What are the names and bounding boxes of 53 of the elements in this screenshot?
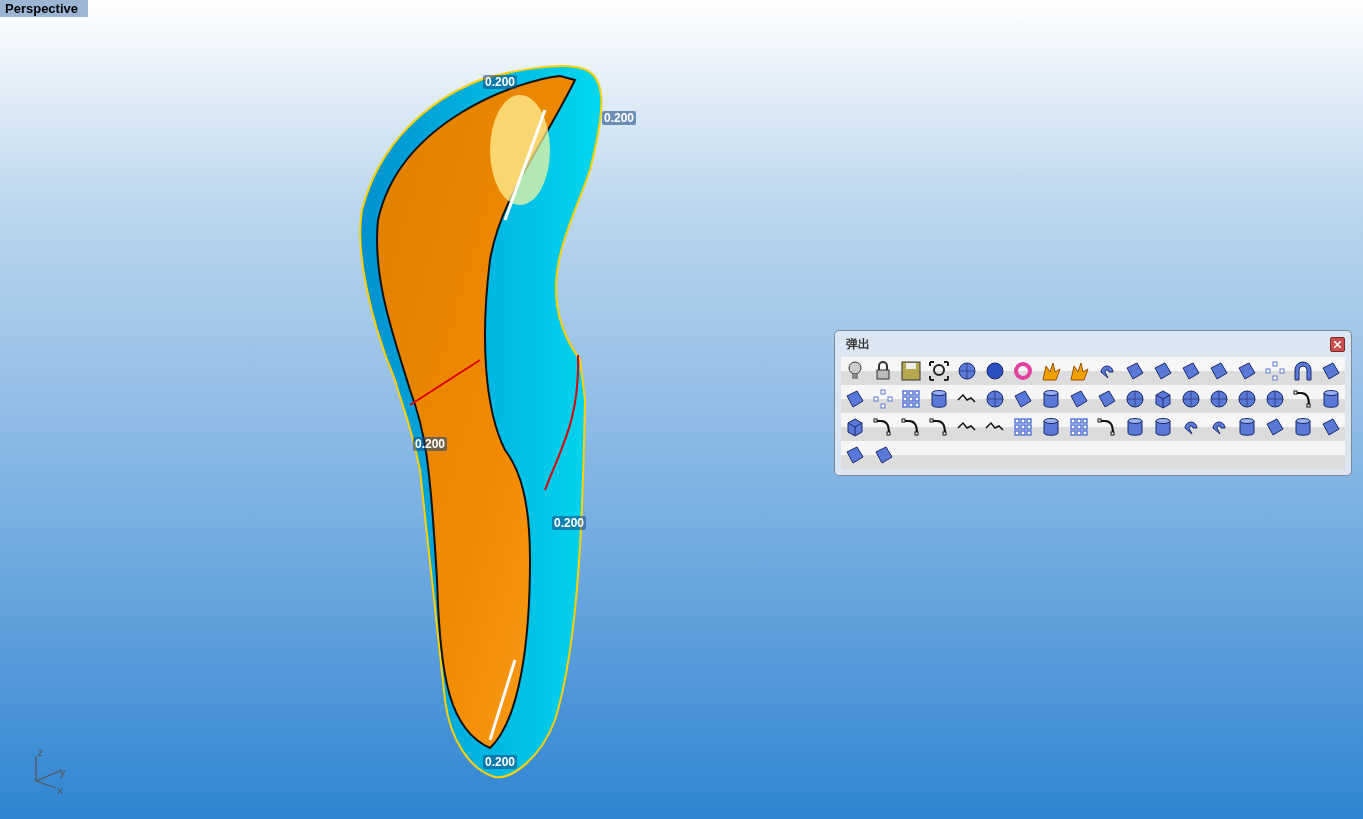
zoom-icon xyxy=(928,360,950,382)
sphere-icon xyxy=(1208,388,1230,410)
curve-icon xyxy=(1096,416,1118,438)
axis-label: z xyxy=(37,746,44,759)
grid-icon xyxy=(1012,416,1034,438)
dimension-label: 0.200 xyxy=(552,516,586,530)
sphere-icon xyxy=(1180,388,1202,410)
cylinder-icon xyxy=(928,388,950,410)
curve-icon xyxy=(900,416,922,438)
surface-icon xyxy=(1320,416,1342,438)
sphere-icon xyxy=(1264,388,1286,410)
dimension-label: 0.200 xyxy=(602,111,636,125)
grid-icon xyxy=(1068,416,1090,438)
sphere-icon xyxy=(956,360,978,382)
surface-icon xyxy=(1236,360,1258,382)
surface-icon xyxy=(1068,388,1090,410)
curve-icon xyxy=(872,416,894,438)
sphere-icon xyxy=(1124,388,1146,410)
surface-icon xyxy=(1096,388,1118,410)
close-icon xyxy=(1334,340,1341,348)
cylinder-icon xyxy=(1320,388,1342,410)
surface-icon xyxy=(1124,360,1146,382)
cube-icon xyxy=(844,416,866,438)
surface-icon xyxy=(1012,388,1034,410)
surface-icon xyxy=(1152,360,1174,382)
curve-icon xyxy=(1292,388,1314,410)
toolbar-title: 弹出 xyxy=(846,335,870,353)
cube-icon xyxy=(1152,388,1174,410)
viewport-title[interactable]: Perspective xyxy=(0,0,88,17)
points-icon xyxy=(1264,360,1286,382)
curve-icon xyxy=(928,416,950,438)
dimension-label: 0.200 xyxy=(483,75,517,89)
cylinder-icon xyxy=(1124,416,1146,438)
cylinder-icon xyxy=(1040,388,1062,410)
grid-icon xyxy=(900,388,922,410)
cylinder-icon xyxy=(1236,416,1258,438)
sphere-icon xyxy=(1236,388,1258,410)
surface-icon xyxy=(1180,360,1202,382)
cylinder-icon xyxy=(1292,416,1314,438)
close-button[interactable] xyxy=(1330,336,1345,352)
cylinder-icon xyxy=(1152,416,1174,438)
points-icon xyxy=(872,388,894,410)
ball-icon xyxy=(984,360,1006,382)
arch-icon xyxy=(1292,360,1314,382)
cylinder-icon xyxy=(1040,416,1062,438)
axis-label: x xyxy=(57,784,64,797)
axis-label: y xyxy=(59,766,66,779)
dimension-label: 0.200 xyxy=(483,755,517,769)
surface-icon xyxy=(1320,360,1342,382)
surface-icon xyxy=(1208,360,1230,382)
sphere-icon xyxy=(984,388,1006,410)
surface-icon xyxy=(1264,416,1286,438)
surface-icon xyxy=(844,388,866,410)
